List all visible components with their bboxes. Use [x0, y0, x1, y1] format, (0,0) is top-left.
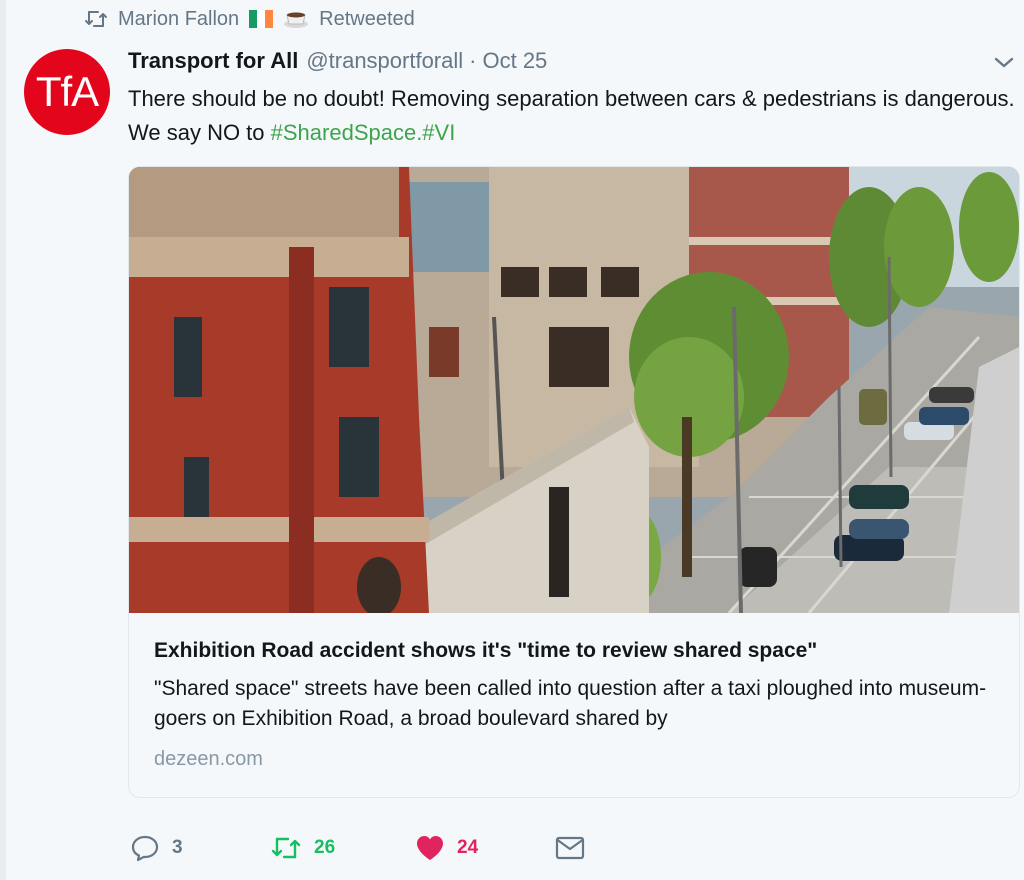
direct-message-button[interactable] — [555, 835, 585, 861]
tweet-body: There should be no doubt! Removing separ… — [128, 86, 1015, 145]
author-name[interactable]: Transport for All — [128, 48, 298, 74]
like-count: 24 — [457, 837, 479, 858]
tweet-actions: 3 26 24 — [130, 828, 585, 868]
retweeter-name[interactable]: Marion Fallon — [118, 8, 239, 31]
reply-button[interactable]: 3 — [130, 833, 270, 863]
retweet-icon — [271, 837, 301, 859]
card-image[interactable] — [129, 167, 1019, 613]
ireland-flag-emoji — [249, 10, 274, 28]
avatar[interactable]: TfA — [24, 49, 110, 135]
tweet-date[interactable]: Oct 25 — [482, 48, 547, 74]
retweeted-label: Retweeted — [319, 7, 415, 30]
chevron-down-icon[interactable] — [992, 50, 1016, 74]
card-body[interactable]: Exhibition Road accident shows it's "tim… — [129, 613, 1019, 797]
author-handle[interactable]: @transportforall — [306, 48, 463, 74]
like-button[interactable]: 24 — [415, 834, 555, 862]
retweet-context: Marion Fallon Retweeted — [84, 6, 415, 32]
coffee-emoji — [284, 12, 309, 28]
tweet-text: There should be no doubt! Removing separ… — [128, 82, 1018, 150]
tweet-header: Transport for All @transportforall · Oct… — [128, 44, 547, 78]
reply-icon — [131, 835, 159, 862]
heart-icon — [417, 836, 443, 860]
reply-count: 3 — [172, 837, 183, 858]
retweet-count: 26 — [314, 837, 336, 858]
card-description: "Shared space" streets have been called … — [154, 677, 987, 730]
retweet-button[interactable]: 26 — [270, 834, 415, 862]
retweet-icon — [85, 11, 107, 27]
hashtag-link[interactable]: #SharedSpace.#VI — [271, 120, 456, 145]
avatar-text: TfA — [35, 68, 99, 115]
link-card[interactable]: Exhibition Road accident shows it's "tim… — [128, 166, 1020, 798]
card-title[interactable]: Exhibition Road accident shows it's "tim… — [154, 639, 1004, 663]
left-border — [0, 0, 6, 880]
separator-dot: · — [469, 48, 477, 73]
envelope-icon — [555, 836, 585, 860]
card-domain: dezeen.com — [154, 748, 263, 770]
